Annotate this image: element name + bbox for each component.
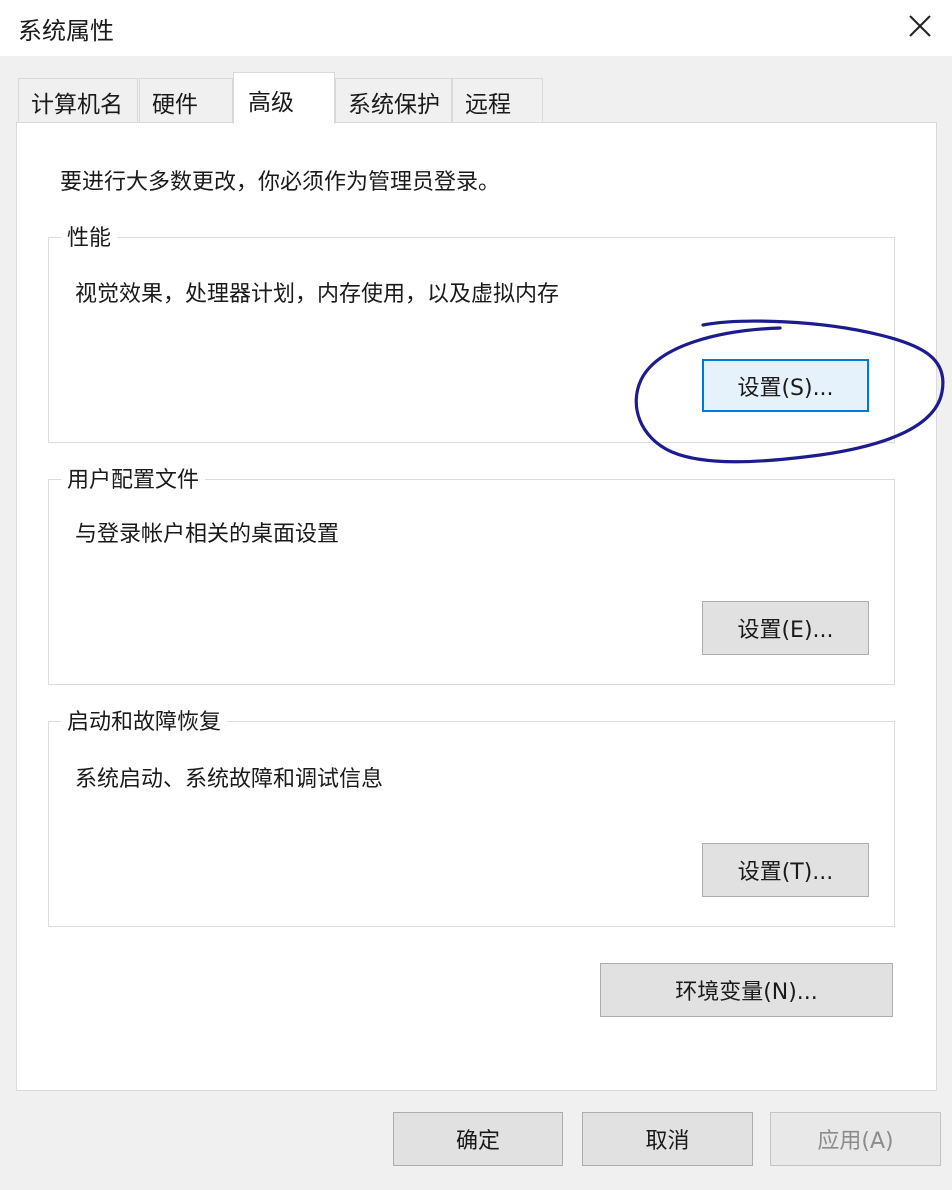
tab-label: 硬件 (152, 91, 198, 118)
button-label: 应用(A) (817, 1129, 894, 1154)
startup-recovery-settings-button[interactable]: 设置(T)... (702, 843, 869, 897)
group-desc-startup-recovery: 系统启动、系统故障和调试信息 (75, 767, 384, 792)
tab-computer-name[interactable]: 计算机名 (18, 78, 138, 124)
close-icon (909, 15, 931, 37)
button-label: 设置(S)... (737, 375, 834, 401)
group-title-performance: 性能 (61, 220, 118, 252)
user-profiles-settings-button[interactable]: 设置(E)... (702, 601, 869, 655)
button-label: 环境变量(N)... (675, 980, 818, 1005)
group-desc-user-profiles: 与登录帐户相关的桌面设置 (75, 522, 340, 547)
group-performance: 性能 视觉效果，处理器计划，内存使用，以及虚拟内存 (48, 220, 895, 443)
admin-notice: 要进行大多数更改，你必须作为管理员登录。 (60, 170, 501, 195)
group-title-startup-recovery: 启动和故障恢复 (61, 704, 228, 736)
button-label: 设置(T)... (737, 860, 834, 885)
button-label: 确定 (455, 1129, 500, 1154)
apply-button[interactable]: 应用(A) (770, 1112, 941, 1166)
tab-label: 高级 (248, 90, 294, 116)
title-bar: 系统属性 (0, 0, 952, 56)
group-desc-performance: 视觉效果，处理器计划，内存使用，以及虚拟内存 (75, 282, 560, 307)
tab-remote[interactable]: 远程 (452, 78, 543, 124)
close-button[interactable] (888, 0, 952, 52)
tab-hardware[interactable]: 硬件 (139, 78, 233, 124)
tab-label: 系统保护 (348, 91, 440, 118)
tab-label: 计算机名 (31, 91, 123, 118)
cancel-button[interactable]: 取消 (582, 1112, 753, 1166)
button-label: 取消 (645, 1129, 690, 1154)
button-label: 设置(E)... (737, 618, 834, 643)
group-title-user-profiles: 用户配置文件 (61, 462, 206, 494)
window-title: 系统属性 (18, 17, 114, 45)
environment-variables-button[interactable]: 环境变量(N)... (600, 963, 893, 1017)
tab-label: 远程 (465, 91, 511, 118)
tab-advanced[interactable]: 高级 (233, 72, 335, 124)
tab-system-protection[interactable]: 系统保护 (335, 78, 452, 124)
performance-settings-button[interactable]: 设置(S)... (702, 359, 869, 412)
ok-button[interactable]: 确定 (393, 1112, 563, 1166)
